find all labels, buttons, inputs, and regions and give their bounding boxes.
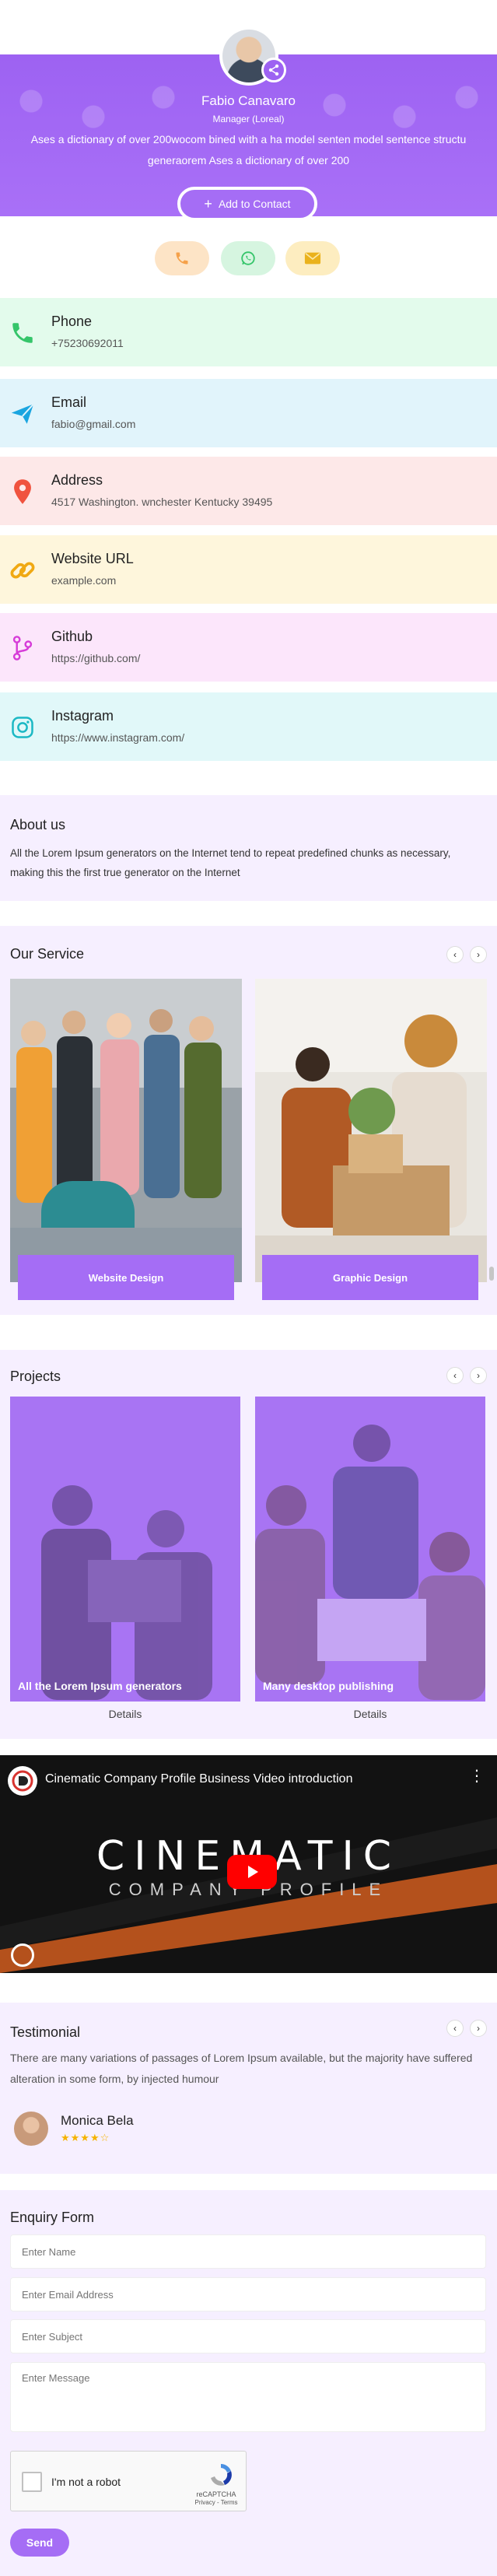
profile-bio: Ases a dictionary of over 200wocom bined… <box>30 133 467 166</box>
share-icon <box>268 64 279 76</box>
prev-arrow-icon[interactable]: ‹ <box>446 2020 464 2037</box>
prev-arrow-icon[interactable]: ‹ <box>446 1367 464 1384</box>
testimonial-title: Testimonial <box>10 2024 81 2040</box>
contact-label: Instagram <box>51 708 114 724</box>
service-graphic-design-button[interactable]: Graphic Design <box>262 1255 478 1300</box>
send-button[interactable]: Send <box>10 2529 69 2557</box>
contact-card-address[interactable]: Address 4517 Washington. wnchester Kentu… <box>0 457 497 525</box>
next-arrow-icon[interactable]: › <box>470 1367 487 1384</box>
scrollbar[interactable] <box>489 1267 494 1281</box>
whatsapp-icon <box>241 251 255 265</box>
contact-value: fabio@gmail.com <box>51 418 136 430</box>
testimonial-carousel-arrows: ‹ › <box>446 2020 487 2037</box>
link-icon <box>9 557 36 584</box>
project-caption: Many desktop publishing <box>263 1680 394 1692</box>
email-input[interactable] <box>10 2277 486 2311</box>
quick-call-button[interactable] <box>155 241 209 275</box>
project-caption: All the Lorem Ipsum generators <box>18 1680 182 1692</box>
contact-value: 4517 Washington. wnchester Kentucky 3949… <box>51 496 273 508</box>
contact-value: https://www.instagram.com/ <box>51 731 185 744</box>
contact-value: +75230692011 <box>51 337 124 349</box>
contact-card-instagram[interactable]: Instagram https://www.instagram.com/ <box>0 692 497 761</box>
reviewer-name: Monica Bela <box>61 2113 134 2128</box>
project-details-link[interactable]: Details <box>255 1708 485 1720</box>
about-title: About us <box>10 817 66 832</box>
contact-label: Phone <box>51 314 93 329</box>
recaptcha-logo-icon <box>211 2464 232 2486</box>
rating-stars: ★★★★☆ <box>61 2132 110 2143</box>
contact-card-github[interactable]: Github https://github.com/ <box>0 613 497 682</box>
mail-icon <box>304 252 321 265</box>
video-watermark-icon <box>11 1943 34 1967</box>
services-title: Our Service <box>10 946 85 962</box>
service-label: Website Design <box>88 1271 164 1284</box>
reviewer-avatar <box>14 2112 48 2146</box>
contact-card-phone[interactable]: Phone +75230692011 <box>0 298 497 366</box>
contact-label: Email <box>51 394 87 410</box>
project-card[interactable]: All the Lorem Ipsum generators <box>10 1397 240 1702</box>
channel-logo-icon[interactable] <box>8 1766 37 1796</box>
about-section: About us All the Lorem Ipsum generators … <box>0 795 497 901</box>
send-label: Send <box>26 2536 54 2549</box>
service-image-team <box>10 979 242 1282</box>
phone-icon <box>9 320 36 346</box>
recaptcha-brand: reCAPTCHA <box>196 2490 236 2498</box>
add-to-contact-button[interactable]: + Add to Contact <box>177 187 317 221</box>
recaptcha-checkbox[interactable] <box>22 2472 42 2492</box>
projects-section: Projects ‹ › All the Lorem Ipsum generat… <box>0 1350 497 1739</box>
projects-carousel-arrows: ‹ › <box>446 1367 487 1384</box>
services-carousel-arrows: ‹ › <box>446 946 487 963</box>
profile-role: Manager (Loreal) <box>212 114 285 124</box>
recaptcha-widget: I'm not a robot reCAPTCHA Privacy - Term… <box>10 2451 247 2511</box>
projects-title: Projects <box>10 1369 61 1384</box>
service-label: Graphic Design <box>332 1271 408 1284</box>
quick-email-button[interactable] <box>285 241 340 275</box>
instagram-icon <box>9 714 36 741</box>
about-text: All the Lorem Ipsum generators on the In… <box>10 847 451 878</box>
subject-input[interactable] <box>10 2319 486 2353</box>
contact-label: Address <box>51 472 103 488</box>
add-to-contact-label: Add to Contact <box>218 198 291 210</box>
testimonial-section: Testimonial ‹ › There are many variation… <box>0 2003 497 2174</box>
play-icon[interactable] <box>227 1855 277 1889</box>
prev-arrow-icon[interactable]: ‹ <box>446 946 464 963</box>
send-icon <box>9 401 36 427</box>
contact-value: https://github.com/ <box>51 652 141 664</box>
share-button[interactable] <box>261 58 286 82</box>
more-vertical-icon[interactable]: ⋮ <box>469 1768 485 1784</box>
quick-whatsapp-button[interactable] <box>221 241 275 275</box>
video-player[interactable]: Cinematic Company Profile Business Video… <box>0 1755 497 1973</box>
contact-value: example.com <box>51 574 117 587</box>
contact-card-website[interactable]: Website URL example.com <box>0 535 497 604</box>
service-image-office <box>255 979 487 1282</box>
contact-label: Website URL <box>51 551 134 566</box>
recaptcha-label: I'm not a robot <box>51 2476 121 2488</box>
project-details-link[interactable]: Details <box>10 1708 240 1720</box>
testimonial-text: There are many variations of passages of… <box>10 2052 473 2085</box>
next-arrow-icon[interactable]: › <box>470 946 487 963</box>
enquiry-title: Enquiry Form <box>10 2210 95 2225</box>
phone-icon <box>176 252 188 265</box>
half-star-icon: ☆ <box>100 2132 110 2143</box>
location-pin-icon <box>9 478 36 505</box>
project-card[interactable]: Many desktop publishing <box>255 1397 485 1702</box>
next-arrow-icon[interactable]: › <box>470 2020 487 2037</box>
github-branch-icon <box>9 635 36 661</box>
contact-card-email[interactable]: Email fabio@gmail.com <box>0 379 497 447</box>
name-input[interactable] <box>10 2234 486 2269</box>
recaptcha-terms-link[interactable]: Privacy - Terms <box>193 2499 240 2506</box>
services-section: Our Service ‹ › Website Design Graphic D… <box>0 926 497 1315</box>
service-website-design-button[interactable]: Website Design <box>18 1255 234 1300</box>
plus-icon: + <box>204 196 212 212</box>
message-input[interactable] <box>10 2362 486 2432</box>
video-title[interactable]: Cinematic Company Profile Business Video… <box>45 1772 352 1786</box>
profile-name: Fabio Canavaro <box>201 93 296 108</box>
contact-label: Github <box>51 629 93 644</box>
